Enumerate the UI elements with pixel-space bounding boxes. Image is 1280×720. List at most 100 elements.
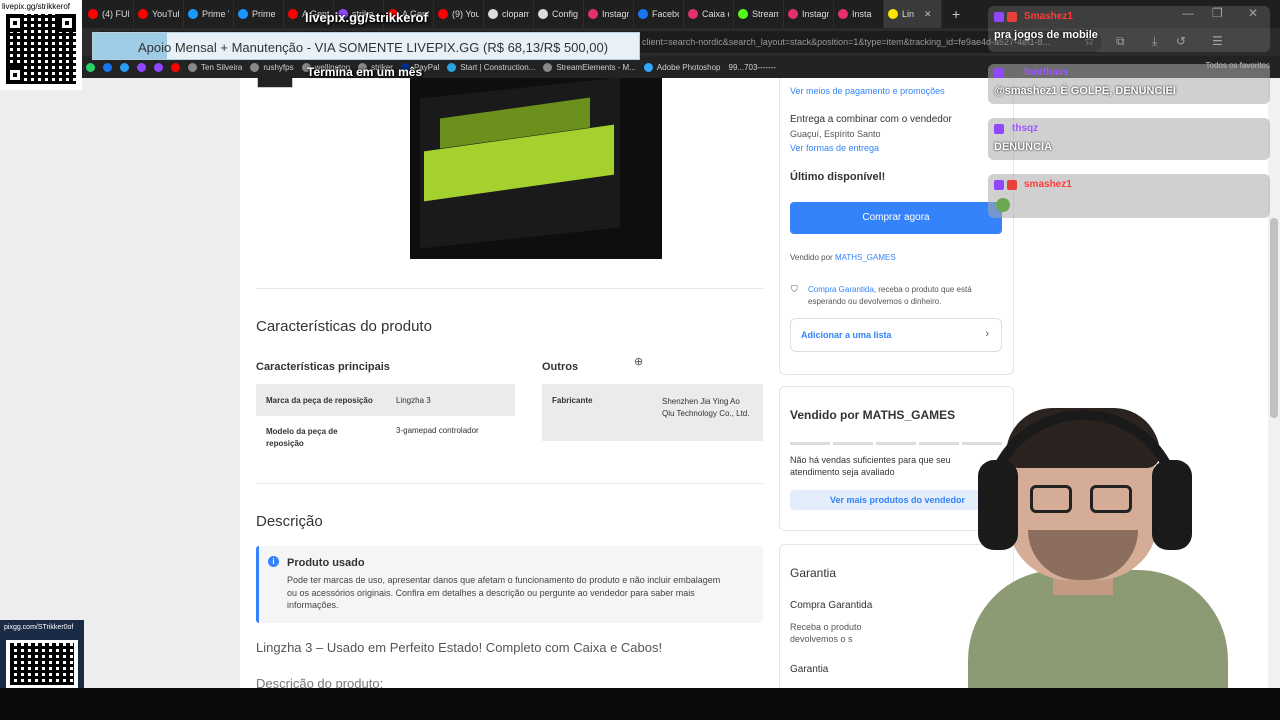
spec-key: Fabricante (552, 396, 593, 405)
add-to-list-button[interactable]: Adicionar a uma lista › (790, 318, 1002, 352)
payment-methods-link[interactable]: Ver meios de pagamento e promoções (790, 86, 945, 96)
product-image[interactable] (410, 78, 662, 259)
warranty-title: Garantia (790, 566, 837, 580)
tab-label: (4) FUN (102, 9, 129, 19)
bookmark-item[interactable]: Start | Construction... (447, 62, 535, 72)
divider (256, 288, 763, 289)
browser-tab[interactable]: clopam (484, 0, 534, 28)
youtube-icon (438, 9, 448, 19)
add-to-list-label: Adicionar a uma lista (801, 330, 892, 340)
chat-message: smashez1 (988, 174, 1270, 218)
browser-tab[interactable]: (4) FUN (84, 0, 134, 28)
browser-tab[interactable]: YouTub (134, 0, 184, 28)
bookmark-item[interactable]: rushyfps (250, 62, 294, 72)
sold-by-label: Vendido por MATHS_GAMES (790, 253, 896, 262)
scrollbar-thumb[interactable] (1270, 218, 1278, 418)
bookmark-icon[interactable] (103, 62, 112, 72)
delivery-title: Entrega a combinar com o vendedor (790, 114, 952, 125)
notice-title: Produto usado (287, 557, 365, 569)
qr-code-icon (6, 640, 78, 688)
bookmark-item[interactable]: Ten Silveira (188, 62, 242, 72)
qr-finder (58, 14, 76, 32)
browser-tab[interactable]: Instagr (584, 0, 634, 28)
reputation-bar-segment (876, 442, 916, 445)
bookmark-icon[interactable] (171, 62, 180, 72)
chat-message: fontflows @smashez1 É GOLPE, DENUNCIEI (988, 64, 1270, 104)
warranty-bottom-label: Garantia (790, 664, 829, 675)
browser-tab[interactable]: Config (534, 0, 584, 28)
zoom-cursor-icon: ⊕ (634, 356, 644, 368)
spec-value: Lingzha 3 (396, 395, 431, 405)
youtube-icon (288, 9, 298, 19)
notice-body: Pode ter marcas de uso, apresentar danos… (287, 575, 721, 610)
table-row: Marca da peça de reposição Lingzha 3 (256, 384, 515, 416)
tab-label: YouTub (152, 9, 179, 19)
tab-label: Facebo (652, 9, 679, 19)
tab-label: Instagr (602, 9, 629, 19)
facebook-icon (638, 9, 648, 19)
browser-tab[interactable]: Instagr (784, 0, 834, 28)
bookmark-icon[interactable] (154, 62, 163, 72)
browser-tab[interactable]: Stream (734, 0, 784, 28)
seller-card-title: Vendido por MATHS_GAMES (790, 408, 956, 422)
buy-now-button[interactable]: Comprar agora (790, 202, 1002, 234)
youtube-icon (88, 9, 98, 19)
description-title: Descrição (256, 513, 323, 530)
new-tab-button[interactable]: + (952, 6, 960, 22)
bookmark-favicon (188, 62, 197, 72)
spec-value: 3-gamepad controlador (396, 426, 479, 435)
browser-tab[interactable]: Caixa d (684, 0, 734, 28)
bookmark-item[interactable]: StreamElements - M... (543, 62, 636, 72)
bookmark-icon[interactable] (86, 62, 95, 72)
chat-text: DENUNCIA (994, 141, 1053, 153)
telegram-icon (447, 62, 457, 72)
donation-goal-text: Apoio Mensal + Manutenção - VIA SOMENTE … (138, 40, 609, 55)
browser-tab[interactable]: Prime V (184, 0, 234, 28)
close-tab-icon[interactable]: ✕ (924, 9, 932, 20)
browser-tab-active[interactable]: Lin ✕ (884, 0, 942, 28)
delivery-options-link[interactable]: Ver formas de entrega (790, 143, 879, 153)
qr-top-label: livepix.gg/strikkerof (2, 2, 71, 11)
bookmark-icon[interactable] (120, 62, 129, 72)
prime-video-icon (238, 9, 248, 19)
tab-label: clopam (502, 9, 529, 19)
page-scrollbar[interactable] (1268, 78, 1280, 688)
bookmark-item[interactable]: 99...703------- (729, 63, 777, 72)
subscriber-badge-icon (1007, 12, 1017, 22)
qr-finder (6, 66, 24, 84)
chat-text: pra jogos de mobile (994, 29, 1098, 41)
instagram-icon (588, 9, 598, 19)
bookmark-item[interactable]: Adobe Photoshop (643, 62, 721, 72)
warranty-text: Receba o produto (790, 622, 862, 632)
spec-key: Marca da peça de reposição (266, 395, 373, 405)
tab-label: (9) You (452, 9, 479, 19)
info-icon: i (268, 556, 279, 567)
main-characteristics-title: Características principais (256, 361, 390, 373)
twitch-badge-icon (994, 180, 1004, 190)
gallery-thumbnail[interactable] (257, 78, 293, 88)
globe-icon (488, 9, 498, 19)
seller-link[interactable]: MATHS_GAMES (835, 253, 896, 262)
browser-tab[interactable]: (9) You (434, 0, 484, 28)
guarantee-link[interactable]: Compra Garantida (808, 285, 874, 294)
sold-by-prefix: Vendido por (790, 253, 833, 262)
description-headline: Lingzha 3 – Usado em Perfeito Estado! Co… (256, 640, 663, 655)
chat-username: smashez1 (1024, 179, 1072, 190)
browser-tab[interactable]: Insta (834, 0, 884, 28)
bookmark-icon[interactable] (137, 62, 146, 72)
reputation-bar-segment (790, 442, 830, 445)
guarantee-text-line2: esperando ou devolvemos o dinheiro. (808, 297, 942, 306)
stock-status: Último disponível! (790, 171, 886, 183)
guarantee-text-line1: , receba o produto que está (873, 285, 972, 294)
livepix-url-overlay: livepix.gg/strikkerof (305, 10, 428, 25)
tab-label: Instagr (802, 9, 829, 19)
twitch-badge-icon (994, 68, 1004, 78)
chat-username: fontflows (1024, 67, 1069, 78)
warranty-text-line2: devolvemos o s (790, 634, 853, 644)
browser-tab[interactable]: Facebo (634, 0, 684, 28)
spec-key: Modelo da peça de reposição (266, 427, 338, 448)
spec-value: Shenzhen Jia Ying Ao Qiu Technology Co.,… (662, 397, 750, 418)
tab-label: Insta (852, 9, 872, 19)
emote-icon (996, 198, 1010, 212)
browser-tab[interactable]: Prime (234, 0, 284, 28)
